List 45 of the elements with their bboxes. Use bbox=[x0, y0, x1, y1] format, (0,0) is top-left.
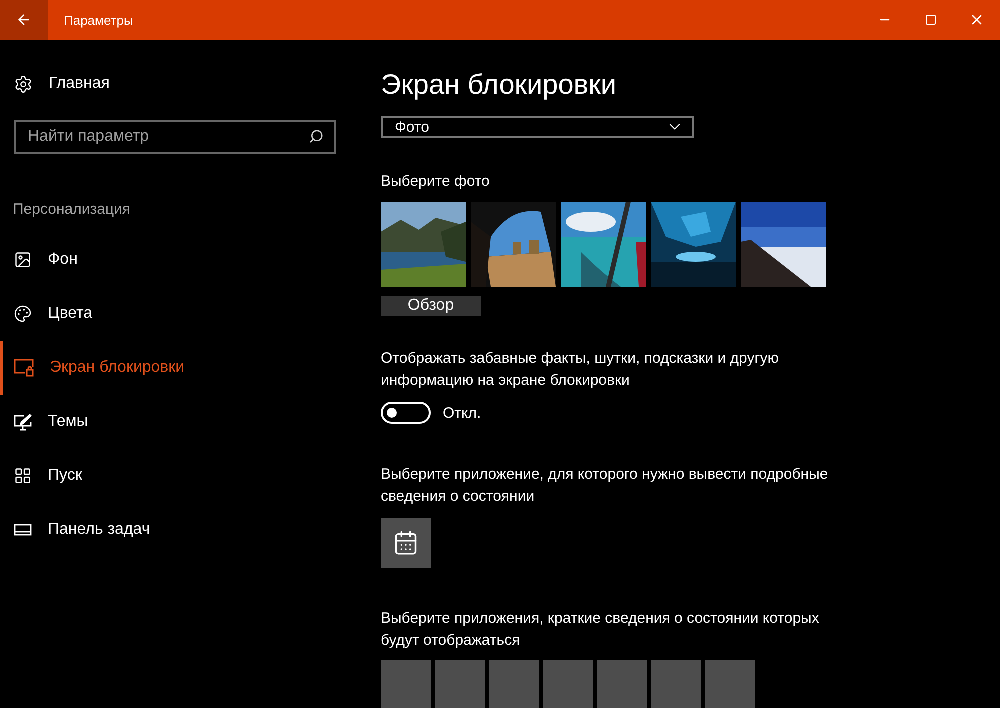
browse-button[interactable]: Обзор bbox=[381, 296, 481, 316]
app-tile[interactable] bbox=[705, 660, 755, 708]
sidebar-item-label: Пуск bbox=[48, 467, 82, 485]
toggle-state-label: Откл. bbox=[443, 404, 482, 422]
sidebar-item-label: Цвета bbox=[48, 305, 93, 323]
sidebar-item-label: Экран блокировки bbox=[50, 359, 185, 377]
settings-icon[interactable] bbox=[14, 74, 33, 94]
sidebar-item-label: Темы bbox=[48, 413, 88, 431]
search-icon bbox=[309, 129, 324, 144]
section-heading: Персонализация bbox=[13, 201, 132, 218]
maximize-icon bbox=[925, 14, 937, 26]
sidebar-item[interactable]: Фон bbox=[0, 233, 350, 287]
sidebar-item-label: Панель задач bbox=[48, 521, 150, 539]
photos-label: Выберите фото bbox=[381, 172, 491, 192]
image-icon bbox=[14, 251, 32, 269]
taskbar-icon bbox=[14, 524, 32, 536]
app-tile[interactable] bbox=[597, 660, 647, 708]
home-link[interactable]: Главная bbox=[49, 75, 110, 93]
sidebar-item[interactable]: Темы bbox=[0, 395, 350, 449]
sidebar-item-label: Фон bbox=[48, 251, 78, 269]
window-title: Параметры bbox=[64, 12, 134, 28]
page-title: Экран блокировки bbox=[381, 68, 618, 102]
app-tile[interactable] bbox=[651, 660, 701, 708]
fun-facts-label: Отображать забавные факты, шутки, подсказки и другую информацию на экране блокировки bbox=[381, 349, 780, 391]
app-tile[interactable] bbox=[435, 660, 485, 708]
app-tile[interactable] bbox=[381, 518, 431, 568]
toggle-switch[interactable] bbox=[381, 402, 431, 424]
quick-status-label: Выберите приложения, краткие сведения о состоянии которых будут отображаться bbox=[381, 609, 820, 651]
monitor-pen-icon bbox=[14, 414, 32, 430]
grid-icon bbox=[14, 467, 32, 485]
app-tile[interactable] bbox=[543, 660, 593, 708]
dropdown-value: Фото bbox=[395, 118, 430, 136]
app-tile[interactable] bbox=[381, 660, 431, 708]
calendar-icon bbox=[393, 530, 419, 556]
lock-screen-icon bbox=[14, 359, 34, 377]
background-dropdown[interactable]: Фото bbox=[381, 116, 694, 138]
back-button[interactable] bbox=[0, 0, 48, 40]
palette-icon bbox=[14, 305, 32, 323]
app-tile[interactable] bbox=[489, 660, 539, 708]
sidebar-item[interactable]: Панель задач bbox=[0, 503, 350, 557]
sidebar-item[interactable]: Экран блокировки bbox=[0, 341, 350, 395]
search-field[interactable]: Найти параметр bbox=[14, 120, 336, 154]
sidebar-item[interactable]: Цвета bbox=[0, 287, 350, 341]
detailed-status-label: Выберите приложение, для которого нужно вывести подробные сведения о состоянии bbox=[381, 465, 830, 507]
sidebar-item[interactable]: Пуск bbox=[0, 449, 350, 503]
